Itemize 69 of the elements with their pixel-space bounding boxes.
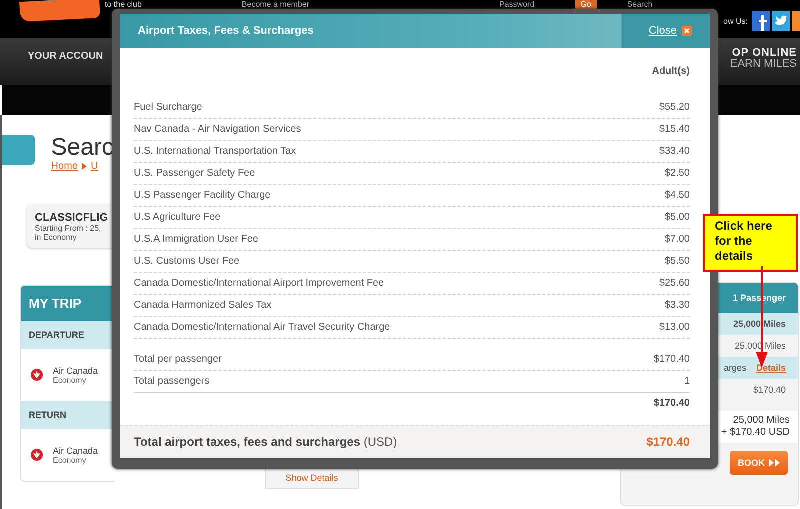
breadcrumb-link[interactable]: U: [90, 161, 98, 172]
cabin-class: Economy: [53, 376, 88, 384]
fee-amount: $7.00: [664, 234, 690, 245]
caret-icon: [82, 163, 87, 170]
breadcrumb-link[interactable]: Home: [51, 161, 78, 172]
fee-label: Nav Canada - Air Navigation Services: [134, 124, 302, 135]
fee-amount: $4.50: [664, 190, 690, 201]
close-icon: [682, 26, 692, 36]
total-cash: + $170.40 USD: [720, 427, 790, 439]
total-amount: 1: [684, 376, 690, 387]
total-amount: $170.40: [654, 398, 690, 409]
bird-icon[interactable]: [772, 11, 790, 31]
segment-header: DEPARTURE: [21, 321, 114, 349]
fee-amount: $3.30: [664, 300, 690, 311]
member-link[interactable]: Become a member: [242, 0, 310, 9]
summary-value: 25,000 Miles: [733, 319, 786, 329]
fee-label: U.S. International Transportation Tax: [134, 146, 296, 157]
fee-label: U.S. Passenger Safety Fee: [134, 168, 256, 179]
fee-label: U.S Passenger Facility Charge: [134, 190, 271, 201]
callout-note: Click here for the details: [703, 214, 798, 272]
book-button[interactable]: BOOK: [730, 451, 788, 475]
fee-amount: $13.00: [659, 322, 690, 333]
summary-label: arges: [724, 363, 746, 373]
total-amount: $170.40: [654, 354, 690, 365]
tab-shape: [2, 135, 36, 165]
airline-name: Air Canada: [53, 446, 98, 456]
show-details-tab[interactable]: Show Details: [265, 468, 359, 489]
fee-label: Canada Harmonized Sales Tax: [134, 300, 272, 311]
fee-amount: $5.00: [664, 212, 690, 223]
tagline: to the club: [105, 0, 142, 9]
fee-label: U.S Agriculture Fee: [134, 212, 221, 223]
double-arrow-icon: [769, 459, 780, 467]
fare-text: in Economy: [35, 233, 78, 242]
cabin-class: Economy: [53, 456, 88, 464]
fee-amount: $33.40: [659, 146, 690, 157]
password-field[interactable]: Password: [500, 0, 535, 9]
nav-link[interactable]: YOUR ACCOUN: [28, 51, 104, 62]
total-miles: 25,000 Miles: [732, 415, 790, 427]
modal-title: Airport Taxes, Fees & Surcharges: [138, 25, 315, 37]
follow-label: ow Us:: [724, 16, 748, 26]
column-header: Adult(s): [651, 66, 690, 77]
fee-amount: $5.50: [664, 256, 690, 267]
nav-link[interactable]: OP ONLINE: [732, 48, 797, 59]
fee-amount: $2.50: [664, 168, 690, 179]
fee-label: Fuel Surcharge: [134, 102, 202, 113]
airline-name: Air Canada: [53, 366, 98, 376]
total-label: Total passengers: [134, 376, 210, 387]
details-link[interactable]: Details: [756, 363, 786, 373]
fee-label: U.S. Customs User Fee: [134, 256, 240, 267]
fare-title: CLASSICFLIG: [35, 212, 110, 224]
summary-value: $170.40: [753, 385, 786, 395]
close-link[interactable]: Close: [648, 25, 677, 37]
fee-label: U.S.A Immigration User Fee: [134, 234, 258, 245]
search-field[interactable]: Search: [627, 0, 653, 9]
fee-label: Canada Domestic/International Airport Improvement Fee: [134, 278, 384, 289]
fee-label: Canada Domestic/International Air Travel Security Charge: [134, 322, 390, 333]
facebook-icon[interactable]: [752, 11, 770, 31]
go-button[interactable]: Go: [574, 0, 598, 9]
fee-amount: $15.40: [659, 124, 690, 135]
nav-subtext: EARN MILES: [730, 59, 797, 70]
fare-text: Starting From : 25,: [35, 224, 102, 233]
fee-amount: $55.20: [659, 102, 690, 113]
total-label: Total per passenger: [134, 354, 222, 365]
page-heading: Searc: [51, 135, 114, 161]
fee-amount: $25.60: [659, 278, 690, 289]
footer-amount: $170.40: [646, 435, 690, 449]
panel-header: MY TRIP: [21, 286, 114, 321]
footer-label: Total airport taxes, fees and surcharges (USD): [134, 435, 398, 449]
segment-header: RETURN: [21, 401, 114, 429]
